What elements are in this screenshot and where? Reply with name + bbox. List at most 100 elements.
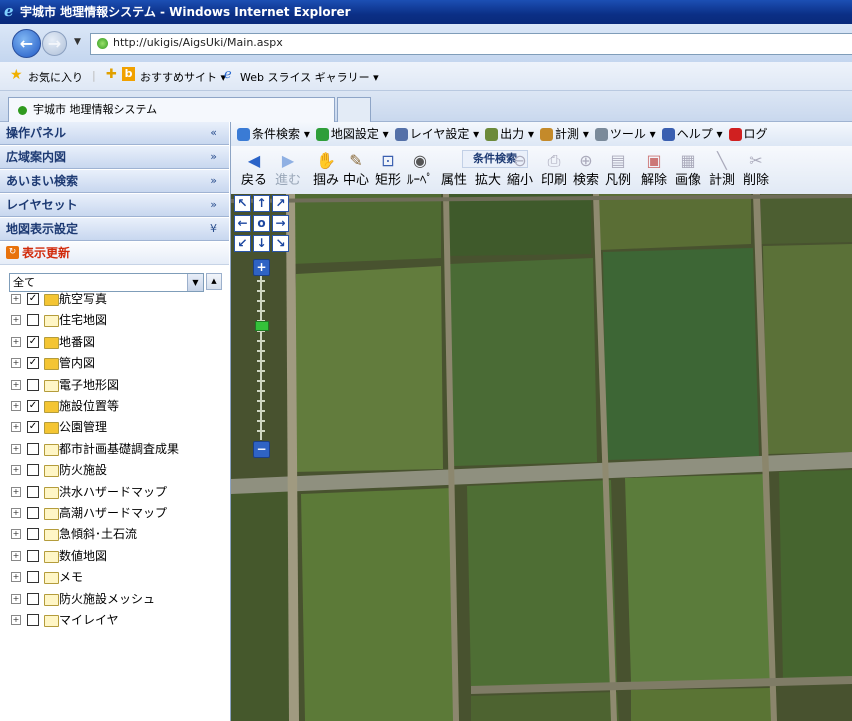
tool-button[interactable]: ⊕ 検索	[569, 150, 603, 192]
refresh-display-button[interactable]: ↻ 表示更新	[0, 242, 229, 265]
layer-checkbox[interactable]	[27, 549, 39, 562]
expand-plus-icon[interactable]: +	[11, 465, 21, 476]
expand-chevron-icon[interactable]: »	[210, 170, 217, 192]
expand-plus-icon[interactable]: +	[11, 508, 21, 518]
suggested-sites-button[interactable]: おすすめサイト ▾	[140, 69, 226, 85]
tool-button[interactable]: ✎ 中心	[339, 150, 373, 192]
layer-item[interactable]: + マイレイヤ	[11, 610, 221, 630]
expand-plus-icon[interactable]: +	[11, 615, 21, 625]
address-url[interactable]: http://ukigis/AigsUki/Main.aspx	[113, 36, 283, 49]
zoom-tick[interactable]	[257, 400, 265, 402]
tab-active[interactable]: 宇城市 地理情報システム	[8, 97, 335, 122]
menu-item[interactable]: 地図設定 ▾	[315, 122, 389, 146]
layer-checkbox[interactable]	[27, 378, 39, 391]
expand-plus-icon[interactable]: +	[11, 422, 21, 433]
expand-plus-icon[interactable]: +	[11, 379, 21, 390]
zoom-out-button[interactable]: −	[253, 441, 270, 458]
zoom-tick[interactable]	[257, 340, 265, 342]
layer-item[interactable]: + ✓ 航空写真	[11, 289, 221, 309]
layer-item[interactable]: + 住宅地図	[11, 310, 221, 330]
expand-plus-icon[interactable]: +	[11, 443, 21, 454]
menu-item[interactable]: 出力 ▾	[485, 122, 534, 146]
tool-button[interactable]: 拡大	[471, 150, 505, 192]
zoom-tick[interactable]	[257, 380, 265, 382]
menu-item[interactable]: ヘルプ ▾	[661, 122, 723, 146]
expand-plus-icon[interactable]: +	[11, 336, 21, 347]
tool-button[interactable]: ⎙ 印刷	[537, 150, 571, 192]
zoom-tick[interactable]	[257, 280, 265, 282]
layer-item[interactable]: + ✓ 施設位置等	[11, 396, 221, 416]
expand-plus-icon[interactable]: +	[11, 401, 21, 411]
tool-button[interactable]: ▶ 進む	[271, 150, 305, 192]
layer-item[interactable]: + メモ	[11, 567, 221, 587]
tool-button[interactable]: ◀ 戻る	[237, 150, 271, 192]
tool-button[interactable]: ✋ 掴み	[309, 150, 343, 192]
zoom-tick[interactable]	[257, 290, 265, 292]
tool-button[interactable]: ▦ 画像	[671, 150, 705, 192]
layer-checkbox[interactable]: ✓	[27, 357, 39, 370]
layer-item[interactable]: + 洪水ハザードマップ	[11, 482, 221, 502]
panel-header-fuzzy-search[interactable]: あいまい検索 »	[0, 170, 229, 193]
layer-item[interactable]: + ✓ 地番図	[11, 332, 221, 352]
tool-button[interactable]: ⊖ 縮小	[503, 150, 537, 192]
zoom-tick[interactable]	[257, 360, 265, 362]
layer-checkbox[interactable]	[27, 592, 39, 605]
layer-checkbox[interactable]: ✓	[27, 293, 39, 305]
zoom-slider-knob[interactable]	[255, 321, 269, 332]
expand-plus-icon[interactable]: +	[11, 529, 21, 540]
layer-item[interactable]: + 急傾斜･土石流	[11, 524, 221, 544]
expand-plus-icon[interactable]: +	[11, 315, 21, 326]
tool-button[interactable]: ⊡ 矩形	[371, 150, 405, 192]
layer-checkbox[interactable]: ✓	[27, 421, 39, 434]
layer-checkbox[interactable]	[27, 571, 39, 584]
pan-button[interactable]: ↘	[272, 235, 289, 252]
menu-item[interactable]: 計測 ▾	[540, 122, 589, 146]
favorites-button[interactable]: お気に入り	[28, 69, 83, 85]
layer-item[interactable]: + 防火施設	[11, 460, 221, 480]
expand-chevron-icon[interactable]: »	[210, 146, 217, 168]
layer-checkbox[interactable]	[27, 314, 39, 327]
zoom-tick[interactable]	[257, 430, 265, 432]
tool-button[interactable]: ✂ 削除	[739, 150, 773, 192]
pan-button[interactable]: ↙	[234, 235, 251, 252]
layer-checkbox[interactable]	[27, 614, 39, 626]
tool-button[interactable]: ╲ 計測	[705, 150, 739, 192]
zoom-tick[interactable]	[257, 390, 265, 392]
pan-button[interactable]: ↖	[234, 195, 251, 212]
layer-checkbox[interactable]	[27, 442, 39, 455]
layer-item[interactable]: + ✓ 管内図	[11, 353, 221, 373]
expand-plus-icon[interactable]: +	[11, 593, 21, 604]
pan-button[interactable]: ↑	[253, 195, 270, 212]
tool-button[interactable]: ▣ 解除	[637, 150, 671, 192]
collapse-chevron-icon[interactable]: «	[210, 122, 217, 144]
zoom-tick[interactable]	[257, 310, 265, 312]
pan-button[interactable]: ↓	[253, 235, 270, 252]
layer-checkbox[interactable]: ✓	[27, 335, 39, 348]
layer-item[interactable]: + 数値地図	[11, 546, 221, 566]
zoom-tick[interactable]	[257, 410, 265, 412]
expand-chevron-icon[interactable]: »	[210, 194, 217, 216]
zoom-tick[interactable]	[257, 420, 265, 422]
layer-item[interactable]: + 防火施設メッシュ	[11, 589, 221, 609]
recent-pages-dropdown-icon[interactable]: ▼	[74, 37, 81, 47]
expand-plus-icon[interactable]: +	[11, 486, 21, 497]
tool-button[interactable]: ▤ 凡例	[601, 150, 635, 192]
menu-item[interactable]: ログ	[728, 122, 768, 146]
menu-item[interactable]: レイヤ設定 ▾	[394, 122, 479, 146]
zoom-tick[interactable]	[257, 300, 265, 302]
tool-button[interactable]: 属性	[437, 150, 471, 192]
expand-plus-icon[interactable]: +	[11, 572, 21, 583]
pan-button[interactable]: ↗	[272, 195, 289, 212]
layer-checkbox[interactable]	[27, 485, 39, 498]
layer-item[interactable]: + 高潮ハザードマップ	[11, 503, 221, 523]
layer-item[interactable]: + ✓ 公園管理	[11, 417, 221, 437]
layer-item[interactable]: + 電子地形図	[11, 375, 221, 395]
expand-plus-icon[interactable]: +	[11, 550, 21, 561]
zoom-tick[interactable]	[257, 370, 265, 372]
pan-button[interactable]: ←	[234, 215, 251, 232]
tool-button[interactable]: ◉ ﾙｰﾍﾟ	[403, 150, 437, 192]
webslice-gallery-button[interactable]: Web スライス ギャラリー ▾	[240, 69, 379, 85]
panel-header-layer-set[interactable]: レイヤセット »	[0, 194, 229, 217]
expand-plus-icon[interactable]: +	[11, 358, 21, 369]
zoom-tick[interactable]	[257, 350, 265, 352]
